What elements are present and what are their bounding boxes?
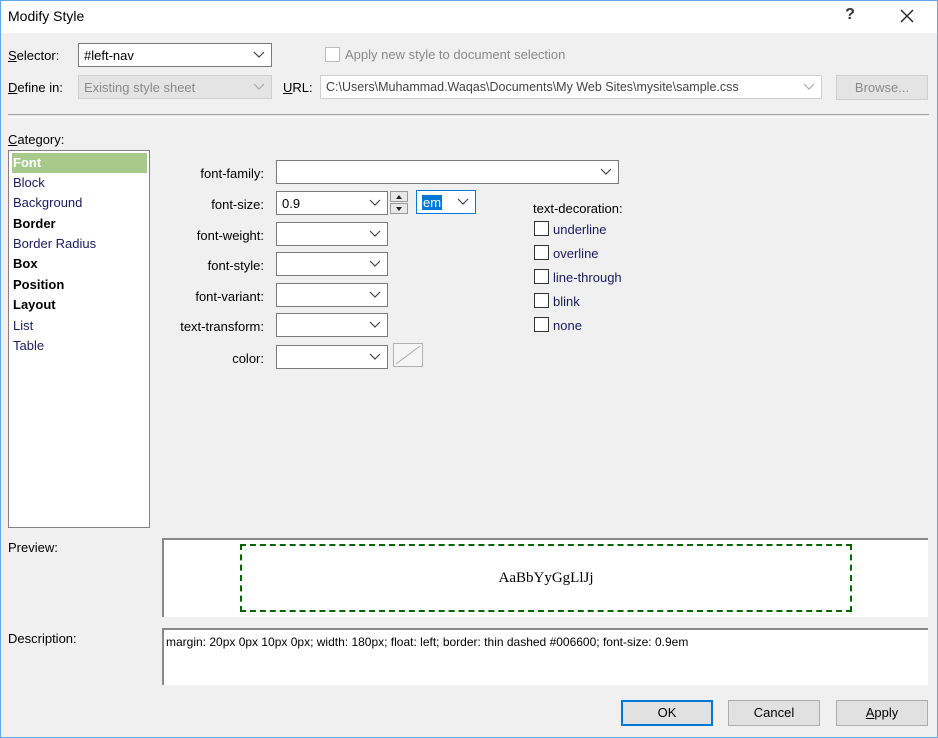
no-color-icon — [395, 345, 421, 365]
font-weight-dropdown[interactable] — [276, 222, 388, 246]
define-in-value: Existing style sheet — [84, 80, 196, 95]
apply-to-selection-label: Apply new style to document selection — [345, 47, 566, 62]
arrow-down-icon — [396, 207, 402, 211]
description-text: margin: 20px 0px 10px 0px; width: 180px;… — [166, 635, 689, 649]
selector-value: #left-nav — [84, 48, 134, 63]
title-bar — [1, 1, 937, 33]
category-item-layout[interactable]: Layout — [13, 295, 56, 315]
font-weight-label: font-weight: — [196, 228, 264, 243]
font-size-unit-dropdown[interactable]: em — [416, 190, 476, 214]
line-through-checkbox[interactable] — [534, 269, 549, 284]
apply-to-selection-checkbox[interactable] — [325, 47, 340, 62]
category-item-block[interactable]: Block — [13, 173, 45, 193]
description-box: margin: 20px 0px 10px 0px; width: 180px;… — [162, 628, 928, 685]
chevron-down-icon — [803, 83, 815, 90]
apply-text: pply — [874, 705, 899, 720]
selector-label-accel: S — [8, 48, 17, 63]
chevron-down-icon — [600, 168, 612, 175]
url-dropdown[interactable]: C:\Users\Muhammad.Waqas\Documents\My Web… — [320, 75, 822, 99]
text-transform-label: text-transform: — [180, 319, 264, 334]
category-item-table[interactable]: Table — [13, 336, 44, 356]
category-label-accel: C — [8, 132, 18, 147]
chevron-down-icon — [369, 353, 381, 360]
category-item-position[interactable]: Position — [13, 275, 64, 295]
font-style-label: font-style: — [207, 258, 264, 273]
apply-button[interactable]: Apply — [836, 700, 928, 726]
color-dropdown[interactable] — [276, 345, 388, 369]
text-decoration-label: text-decoration: — [533, 201, 623, 216]
url-label: URL: — [283, 80, 313, 95]
description-label: Description: — [8, 631, 77, 646]
chevron-down-icon — [253, 51, 265, 58]
selector-dropdown[interactable]: #left-nav — [78, 43, 272, 67]
font-size-spinner[interactable] — [390, 191, 410, 215]
chevron-down-icon — [369, 230, 381, 237]
arrow-up-icon — [396, 195, 402, 199]
category-item-background[interactable]: Background — [13, 193, 82, 213]
close-button[interactable] — [892, 4, 922, 28]
font-family-dropdown[interactable] — [276, 160, 619, 184]
spin-up-button[interactable] — [390, 191, 408, 202]
chevron-down-icon — [369, 321, 381, 328]
preview-sample-text: AaBbYyGgLlJj — [498, 570, 594, 586]
font-variant-dropdown[interactable] — [276, 283, 388, 307]
none-label: none — [553, 318, 582, 333]
url-label-accel: U — [283, 80, 293, 95]
define-in-label: Define in: — [8, 80, 63, 95]
color-label: color: — [232, 351, 264, 366]
chevron-down-icon — [253, 83, 265, 90]
overline-label: overline — [553, 246, 599, 261]
font-style-dropdown[interactable] — [276, 252, 388, 276]
font-size-label: font-size: — [211, 197, 264, 212]
chevron-down-icon — [457, 198, 469, 205]
color-picker-button[interactable] — [393, 343, 423, 367]
category-listbox[interactable]: Font Block Background Border Border Radi… — [8, 150, 150, 528]
font-variant-label: font-variant: — [195, 289, 264, 304]
url-value: C:\Users\Muhammad.Waqas\Documents\My Web… — [326, 80, 739, 94]
close-icon — [900, 9, 914, 23]
category-item-font[interactable]: Font — [12, 153, 147, 173]
category-label: Category: — [8, 132, 64, 147]
chevron-down-icon — [369, 291, 381, 298]
category-item-border-radius[interactable]: Border Radius — [13, 234, 96, 254]
selector-label-text: elector: — [16, 48, 60, 63]
dialog-title: Modify Style — [8, 8, 85, 24]
define-in-dropdown[interactable]: Existing style sheet — [78, 75, 272, 99]
selector-label: Selector: — [8, 48, 59, 63]
define-in-label-text: efine in: — [17, 80, 63, 95]
none-checkbox[interactable] — [534, 317, 549, 332]
category-item-box[interactable]: Box — [13, 254, 38, 274]
preview-label: Preview: — [8, 540, 58, 555]
chevron-down-icon — [369, 260, 381, 267]
browse-button[interactable]: Browse... — [836, 75, 928, 100]
category-label-text: ategory: — [17, 132, 65, 147]
blink-label: blink — [553, 294, 580, 309]
underline-checkbox[interactable] — [534, 221, 549, 236]
help-button[interactable]: ? — [838, 6, 862, 28]
ok-button[interactable]: OK — [621, 700, 713, 726]
cancel-button[interactable]: Cancel — [728, 700, 820, 726]
font-family-label: font-family: — [200, 166, 264, 181]
line-through-label: line-through — [553, 270, 622, 285]
font-size-dropdown[interactable]: 0.9 — [276, 191, 388, 215]
separator — [8, 114, 929, 118]
url-label-text: RL: — [292, 80, 313, 95]
blink-checkbox[interactable] — [534, 293, 549, 308]
font-size-unit-value: em — [422, 195, 443, 210]
category-item-border[interactable]: Border — [13, 214, 56, 234]
preview-sample-box: AaBbYyGgLlJj — [240, 544, 852, 612]
chevron-down-icon — [369, 199, 381, 206]
preview-pane: AaBbYyGgLlJj — [162, 538, 928, 617]
underline-label: underline — [553, 222, 607, 237]
font-size-value: 0.9 — [282, 196, 301, 211]
text-transform-dropdown[interactable] — [276, 313, 388, 337]
spin-down-button[interactable] — [390, 203, 408, 214]
overline-checkbox[interactable] — [534, 245, 549, 260]
define-in-label-accel: D — [8, 80, 18, 95]
category-item-list[interactable]: List — [13, 316, 33, 336]
